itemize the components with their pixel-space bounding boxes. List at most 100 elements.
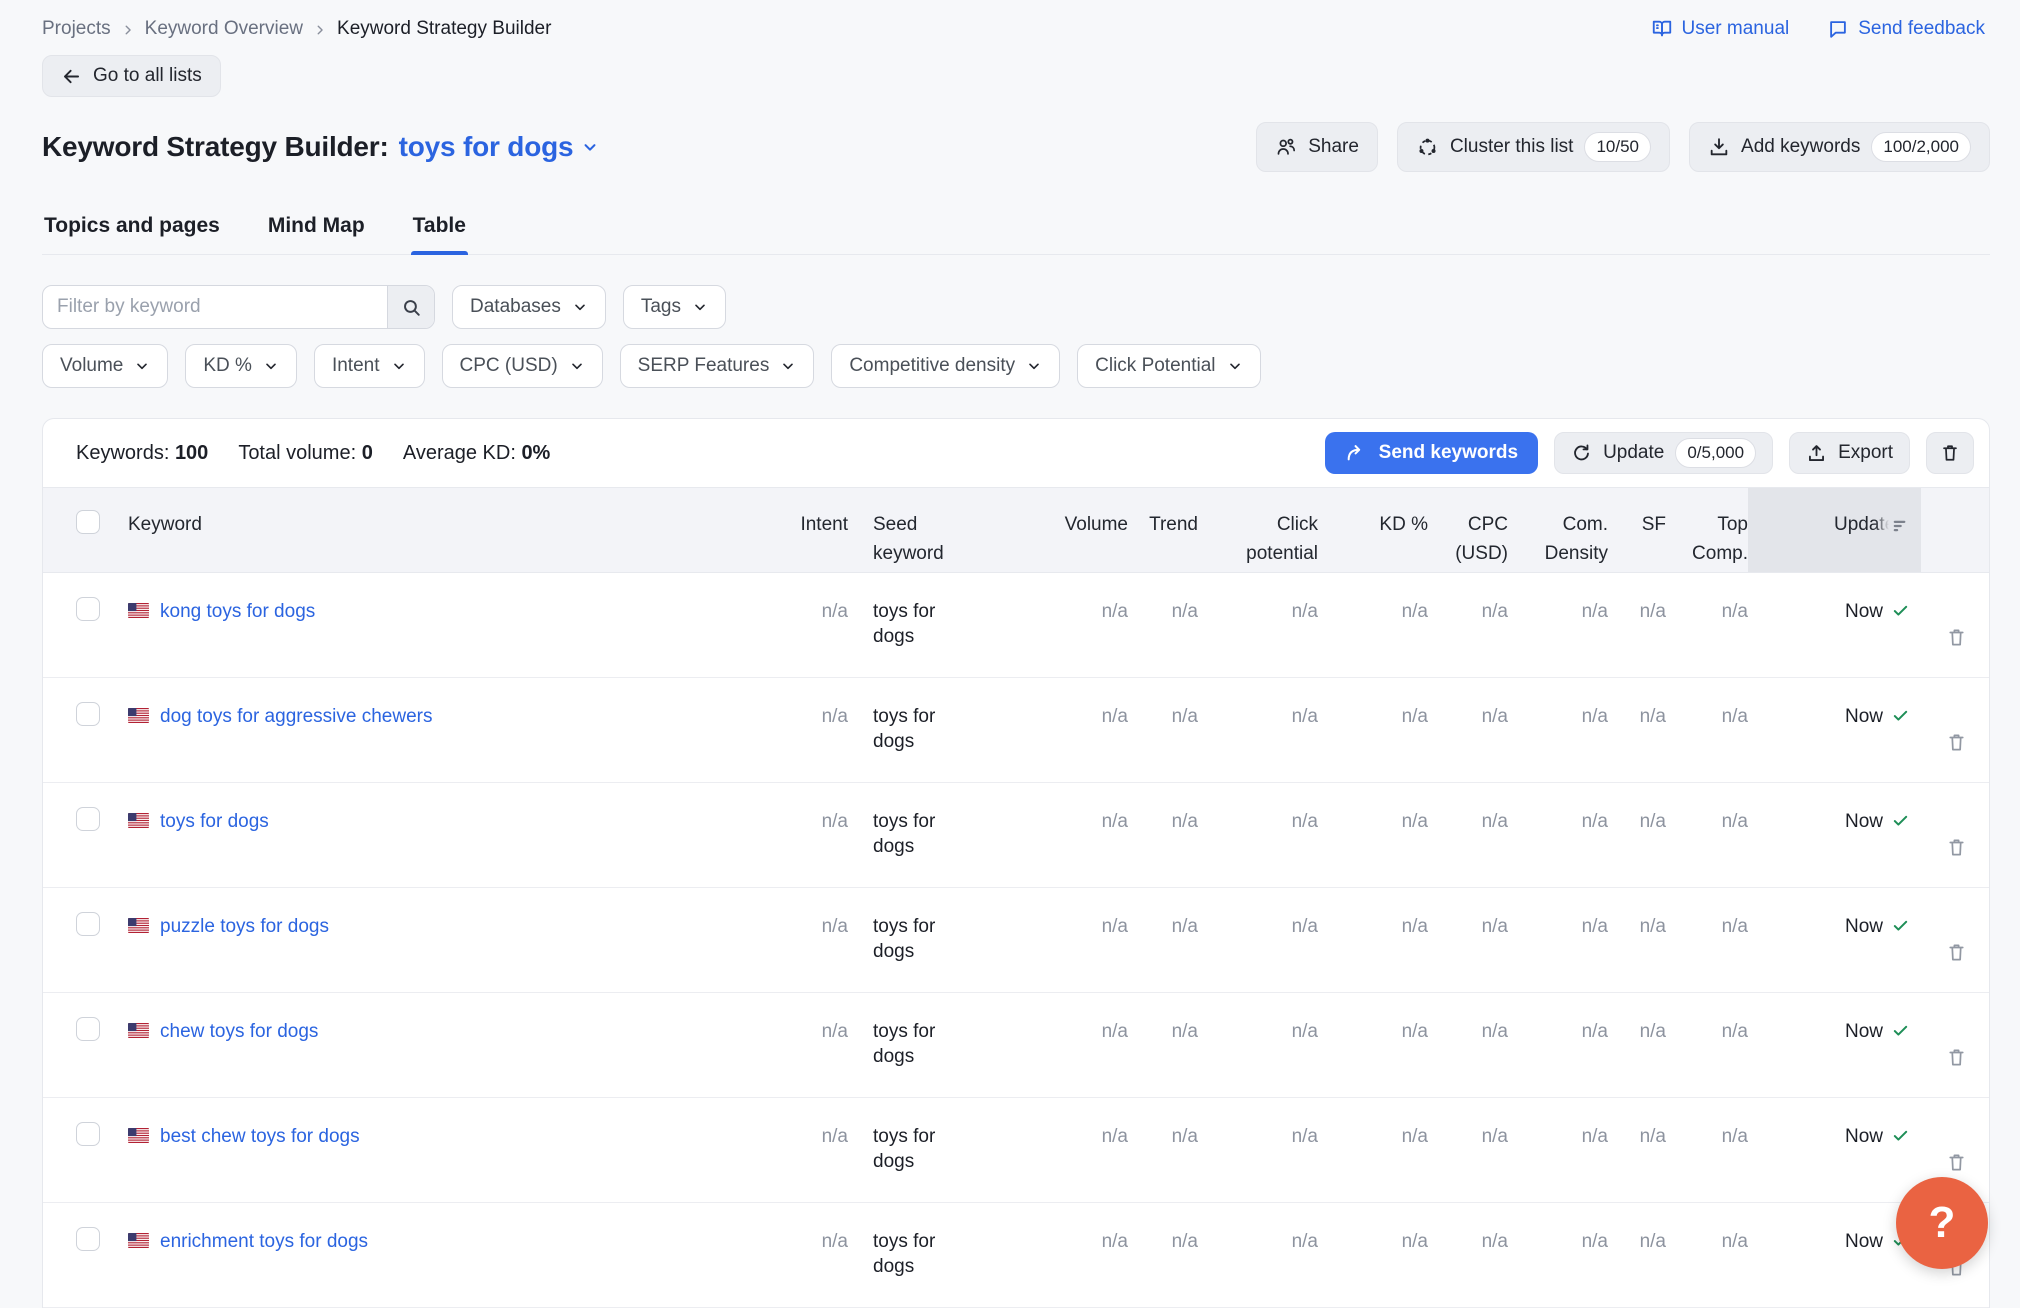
list-name-dropdown[interactable]: toys for dogs [399,131,600,163]
row-checkbox-cell [43,1098,103,1202]
tags-dropdown[interactable]: Tags [623,285,726,329]
trend-cell: n/a [1128,678,1198,782]
keyword-link[interactable]: best chew toys for dogs [160,1124,360,1149]
header-keyword[interactable]: Keyword [103,488,793,572]
delete-keyword-button[interactable] [1945,597,1968,677]
keyword-link[interactable]: kong toys for dogs [160,599,315,624]
click-potential-cell: n/a [1198,1098,1318,1202]
intent-filter-dropdown[interactable]: Intent [314,344,425,388]
delete-keyword-button[interactable] [1945,1017,1968,1097]
delete-list-button[interactable] [1926,432,1974,474]
competitive-density-filter-dropdown[interactable]: Competitive density [831,344,1060,388]
keyword-link[interactable]: enrichment toys for dogs [160,1229,368,1254]
volume-cell: n/a [1003,1098,1128,1202]
row-checkbox[interactable] [76,702,100,726]
top-bar: Projects Keyword Overview Keyword Strate… [0,0,2020,40]
add-keywords-button[interactable]: Add keywords 100/2,000 [1689,122,1990,172]
cluster-count-badge: 10/50 [1584,132,1651,162]
top-links: User manual Send feedback [1651,18,1985,40]
add-keywords-label: Add keywords [1741,136,1860,158]
download-tray-icon [1708,136,1730,158]
keyword-link[interactable]: dog toys for aggressive chewers [160,704,432,729]
header-top-comp[interactable]: Top Comp. [1666,488,1748,572]
row-checkbox[interactable] [76,1122,100,1146]
header-volume[interactable]: Volume [1003,488,1128,572]
sf-cell: n/a [1608,678,1666,782]
cluster-this-list-button[interactable]: Cluster this list 10/50 [1397,122,1670,172]
databases-dropdown[interactable]: Databases [452,285,606,329]
help-button[interactable]: ? [1896,1177,1988,1269]
volume-filter-label: Volume [60,355,123,377]
kd-filter-dropdown[interactable]: KD % [185,344,297,388]
keyword-link[interactable]: chew toys for dogs [160,1019,318,1044]
chevron-down-icon [1026,358,1042,374]
row-checkbox[interactable] [76,1017,100,1041]
tab-table[interactable]: Table [411,210,468,254]
share-button[interactable]: Share [1256,122,1378,172]
header-intent[interactable]: Intent [793,488,848,572]
keyword-cell: enrichment toys for dogs [103,1203,793,1307]
header-cpc[interactable]: CPC (USD) [1428,488,1508,572]
delete-keyword-button[interactable] [1945,912,1968,992]
top-comp-cell: n/a [1666,993,1748,1097]
send-keywords-button[interactable]: Send keywords [1325,432,1538,474]
com-density-cell: n/a [1508,888,1608,992]
check-icon [1892,917,1909,934]
kd-cell: n/a [1318,573,1428,677]
intent-cell: n/a [793,888,848,992]
row-actions-cell [1921,678,1990,782]
tab-topics-and-pages[interactable]: Topics and pages [42,210,222,254]
updated-cell: Now [1748,678,1921,782]
row-checkbox[interactable] [76,807,100,831]
user-manual-label: User manual [1682,18,1790,40]
trend-cell: n/a [1128,1203,1198,1307]
breadcrumb-projects[interactable]: Projects [42,18,111,40]
tab-mind-map[interactable]: Mind Map [266,210,367,254]
header-sf[interactable]: SF [1608,488,1666,572]
cpc-filter-dropdown[interactable]: CPC (USD) [442,344,603,388]
header-kd[interactable]: KD % [1318,488,1428,572]
keyword-cell: best chew toys for dogs [103,1098,793,1202]
volume-filter-dropdown[interactable]: Volume [42,344,168,388]
export-button[interactable]: Export [1789,432,1910,474]
update-button[interactable]: Update 0/5,000 [1554,432,1773,474]
keyword-link[interactable]: toys for dogs [160,809,269,834]
click-potential-filter-dropdown[interactable]: Click Potential [1077,344,1260,388]
table-row: dog toys for aggressive chewers n/a toys… [43,678,1989,783]
feedback-bubble-icon [1827,18,1849,40]
summary-bar: Keywords: 100 Total volume: 0 Average KD… [43,419,1989,488]
check-icon [1892,812,1909,829]
filter-by-keyword-input[interactable] [43,286,387,328]
sf-cell: n/a [1608,783,1666,887]
serp-features-filter-dropdown[interactable]: SERP Features [620,344,815,388]
row-actions-cell [1921,993,1990,1097]
header-seed-keyword[interactable]: Seed keyword [848,488,1003,572]
header-updated[interactable]: Updated [1748,488,1921,572]
send-feedback-link[interactable]: Send feedback [1827,18,1985,40]
updated-cell: Now [1748,573,1921,677]
header-com-density[interactable]: Com. Density [1508,488,1608,572]
seed-keyword-cell: toys for dogs [848,1203,1003,1307]
go-to-all-lists-button[interactable]: Go to all lists [42,55,221,97]
table-row: toys for dogs n/a toys for dogs n/a n/a … [43,783,1989,888]
search-button[interactable] [387,286,434,328]
trash-icon [1945,836,1968,859]
header-trend[interactable]: Trend [1128,488,1198,572]
filters-row-1: Databases Tags [42,285,2020,329]
delete-keyword-button[interactable] [1945,702,1968,782]
keyword-link[interactable]: puzzle toys for dogs [160,914,329,939]
delete-keyword-button[interactable] [1945,807,1968,887]
user-manual-link[interactable]: User manual [1651,18,1790,40]
click-potential-cell: n/a [1198,888,1318,992]
cpc-cell: n/a [1428,573,1508,677]
header-click-potential[interactable]: Click potential [1198,488,1318,572]
breadcrumb-keyword-overview[interactable]: Keyword Overview [145,18,303,40]
row-checkbox[interactable] [76,912,100,936]
table-body: kong toys for dogs n/a toys for dogs n/a… [43,573,1989,1308]
select-all-checkbox[interactable] [76,510,100,534]
sf-cell: n/a [1608,1203,1666,1307]
row-checkbox[interactable] [76,1227,100,1251]
row-checkbox[interactable] [76,597,100,621]
volume-cell: n/a [1003,678,1128,782]
chevron-down-icon [134,358,150,374]
